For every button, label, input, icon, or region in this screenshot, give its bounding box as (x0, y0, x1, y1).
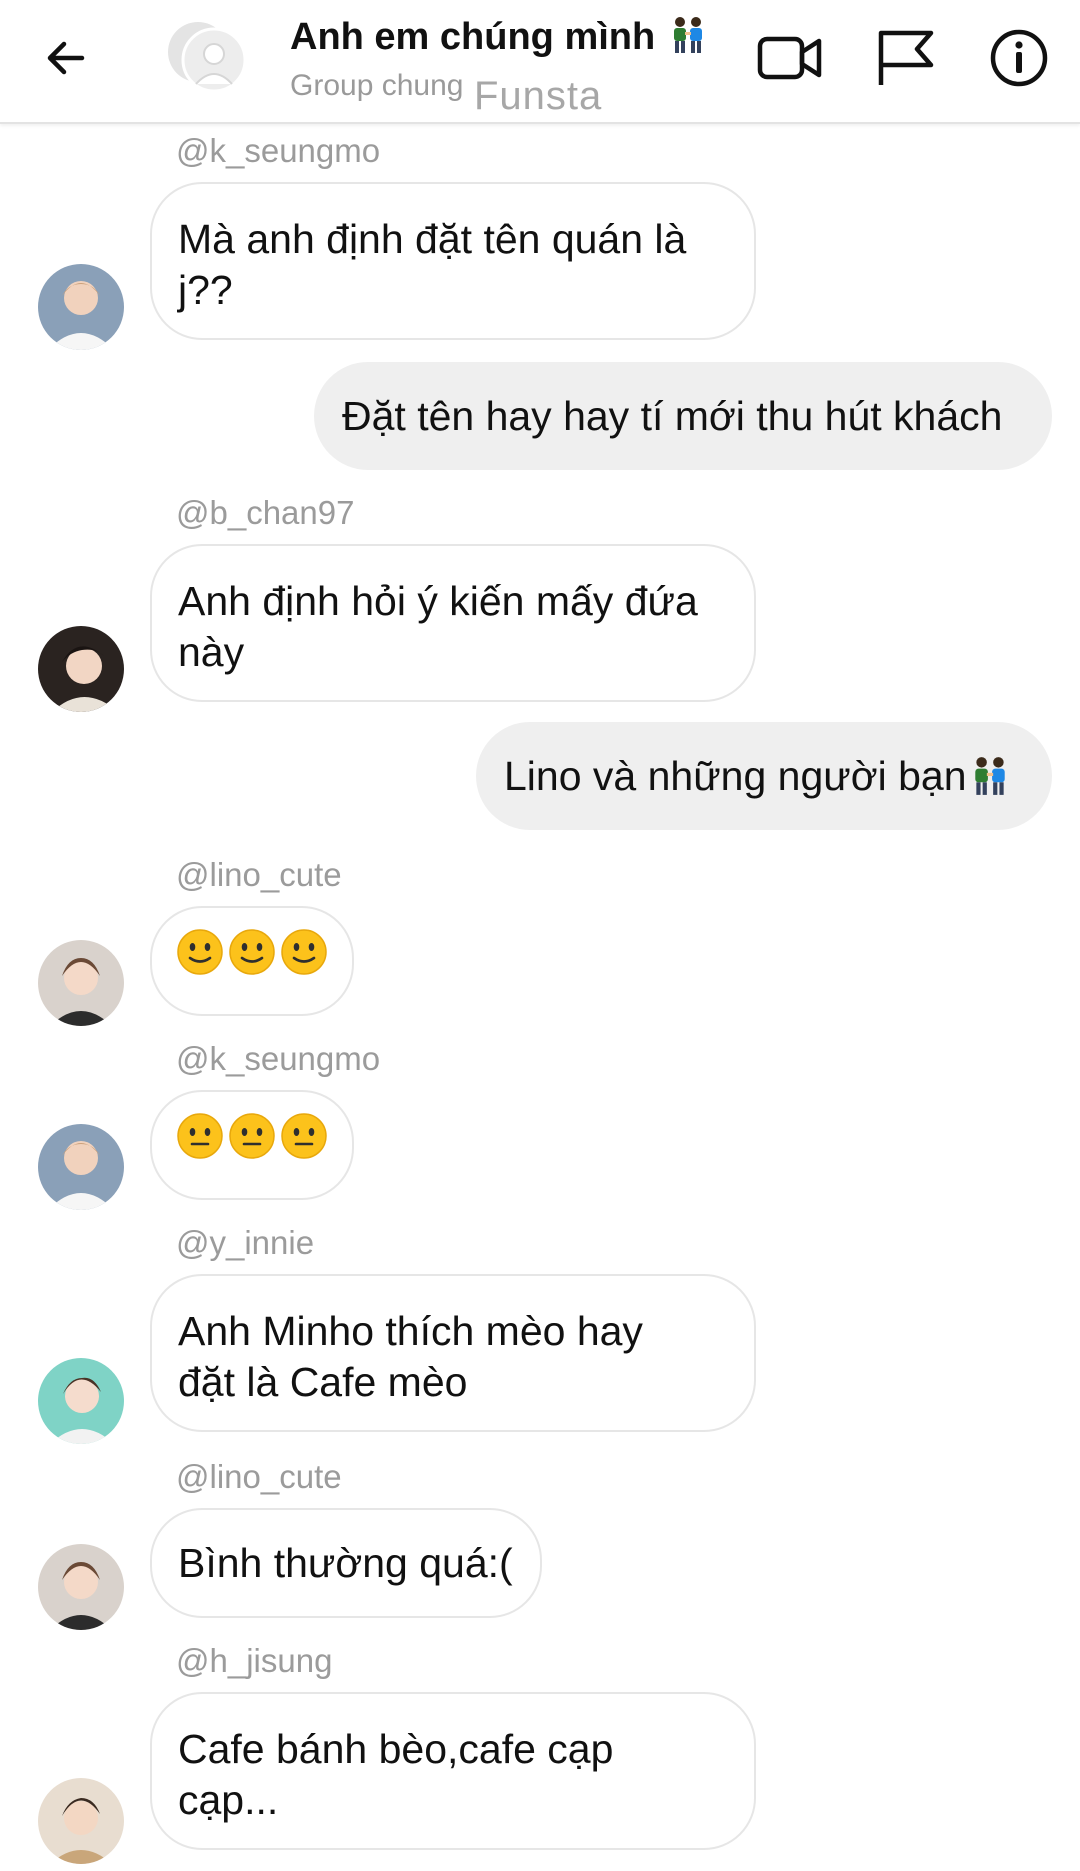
message-text-line: Anh Minho thích mèo hay (178, 1308, 643, 1354)
avatar[interactable] (38, 264, 124, 350)
avatar[interactable] (38, 940, 124, 1026)
emoji-row (176, 1112, 328, 1160)
message-bubble[interactable]: Mà anh định đặt tên quán là j?? (150, 182, 756, 340)
avatar[interactable] (38, 1778, 124, 1864)
emoji-row (176, 928, 328, 976)
neutral-face-icon (281, 1113, 327, 1159)
two-men-holding-hands-icon (974, 757, 1005, 795)
avatar[interactable] (38, 1124, 124, 1210)
avatar[interactable] (38, 1358, 124, 1444)
message-text: Lino và những người bạn (504, 752, 967, 799)
message-username[interactable]: @k_seungmo (176, 132, 380, 170)
message-text-line: này (178, 629, 245, 675)
message-username[interactable]: @lino_cute (176, 1458, 342, 1496)
message-username[interactable]: @lino_cute (176, 856, 342, 894)
message-text-line: cạp... (178, 1777, 279, 1823)
message-username[interactable]: @y_innie (176, 1224, 314, 1262)
message-bubble[interactable] (150, 906, 354, 1016)
slightly-smiling-face-icon (281, 929, 327, 975)
message-text-line: j?? (178, 267, 233, 313)
message-username[interactable]: @b_chan97 (176, 494, 354, 532)
message-bubble[interactable]: Cafe bánh bèo,cafe cạp cạp... (150, 1692, 756, 1850)
message-text-line: Cafe bánh bèo,cafe cạp (178, 1726, 614, 1772)
message-text-line: Anh định hỏi ý kiến mấy đứa (178, 578, 698, 624)
message-text-line: Mà anh định đặt tên quán là (178, 216, 687, 262)
message-username[interactable]: @h_jisung (176, 1642, 332, 1680)
message-bubble[interactable] (150, 1090, 354, 1200)
message-text-line: đặt là Cafe mèo (178, 1359, 468, 1405)
message-bubble[interactable]: Bình thường quá:( (150, 1508, 542, 1618)
slightly-smiling-face-icon (229, 929, 275, 975)
outgoing-message-bubble[interactable]: Lino và những người bạn (476, 722, 1052, 830)
message-list: @k_seungmo Mà anh định đặt tên quán là j… (0, 0, 1080, 1871)
message-bubble[interactable]: Anh Minho thích mèo hay đặt là Cafe mèo (150, 1274, 756, 1432)
neutral-face-icon (229, 1113, 275, 1159)
outgoing-message-bubble[interactable]: Đặt tên hay hay tí mới thu hút khách (314, 362, 1052, 470)
message-username[interactable]: @k_seungmo (176, 1040, 380, 1078)
message-text-line: Bình thường quá:( (178, 1539, 513, 1586)
avatar[interactable] (38, 1544, 124, 1630)
slightly-smiling-face-icon (177, 929, 223, 975)
message-bubble[interactable]: Anh định hỏi ý kiến mấy đứa này (150, 544, 756, 702)
avatar[interactable] (38, 626, 124, 712)
message-text: Đặt tên hay hay tí mới thu hút khách (342, 392, 1003, 439)
neutral-face-icon (177, 1113, 223, 1159)
